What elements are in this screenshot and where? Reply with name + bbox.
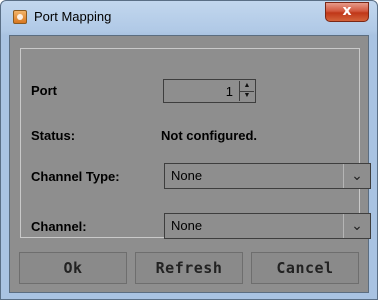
port-mapping-window: Port Mapping x Port 1 ▲ ▼ Status: Not co… bbox=[0, 0, 378, 300]
status-value: Not configured. bbox=[161, 128, 258, 143]
refresh-button[interactable]: Refresh bbox=[135, 252, 243, 284]
close-button[interactable]: x bbox=[325, 2, 369, 22]
java-cup-icon bbox=[13, 10, 27, 24]
title-bar[interactable]: Port Mapping x bbox=[1, 1, 377, 35]
port-value[interactable]: 1 bbox=[226, 84, 233, 99]
channel-label: Channel: bbox=[31, 219, 87, 234]
status-label: Status: bbox=[31, 128, 76, 143]
port-spinner[interactable]: 1 ▲ ▼ bbox=[163, 79, 256, 103]
channel-select[interactable]: None ⌄ bbox=[164, 213, 371, 239]
window-title: Port Mapping bbox=[34, 9, 112, 24]
spin-down-icon[interactable]: ▼ bbox=[240, 91, 254, 101]
chevron-down-icon[interactable]: ⌄ bbox=[343, 214, 370, 238]
channel-value: None bbox=[171, 218, 203, 233]
port-label: Port bbox=[31, 83, 57, 98]
ok-button[interactable]: Ok bbox=[19, 252, 127, 284]
channel-type-select[interactable]: None ⌄ bbox=[164, 163, 371, 189]
settings-panel: Port 1 ▲ ▼ Status: Not configured. Chann… bbox=[20, 48, 371, 239]
channel-type-value: None bbox=[171, 168, 203, 183]
dialog-content: Port 1 ▲ ▼ Status: Not configured. Chann… bbox=[9, 35, 371, 293]
channel-type-label: Channel Type: bbox=[31, 169, 120, 184]
chevron-down-icon[interactable]: ⌄ bbox=[343, 164, 370, 188]
spinner-arrows: ▲ ▼ bbox=[239, 81, 254, 101]
cancel-button[interactable]: Cancel bbox=[251, 252, 359, 284]
close-icon: x bbox=[342, 3, 352, 19]
